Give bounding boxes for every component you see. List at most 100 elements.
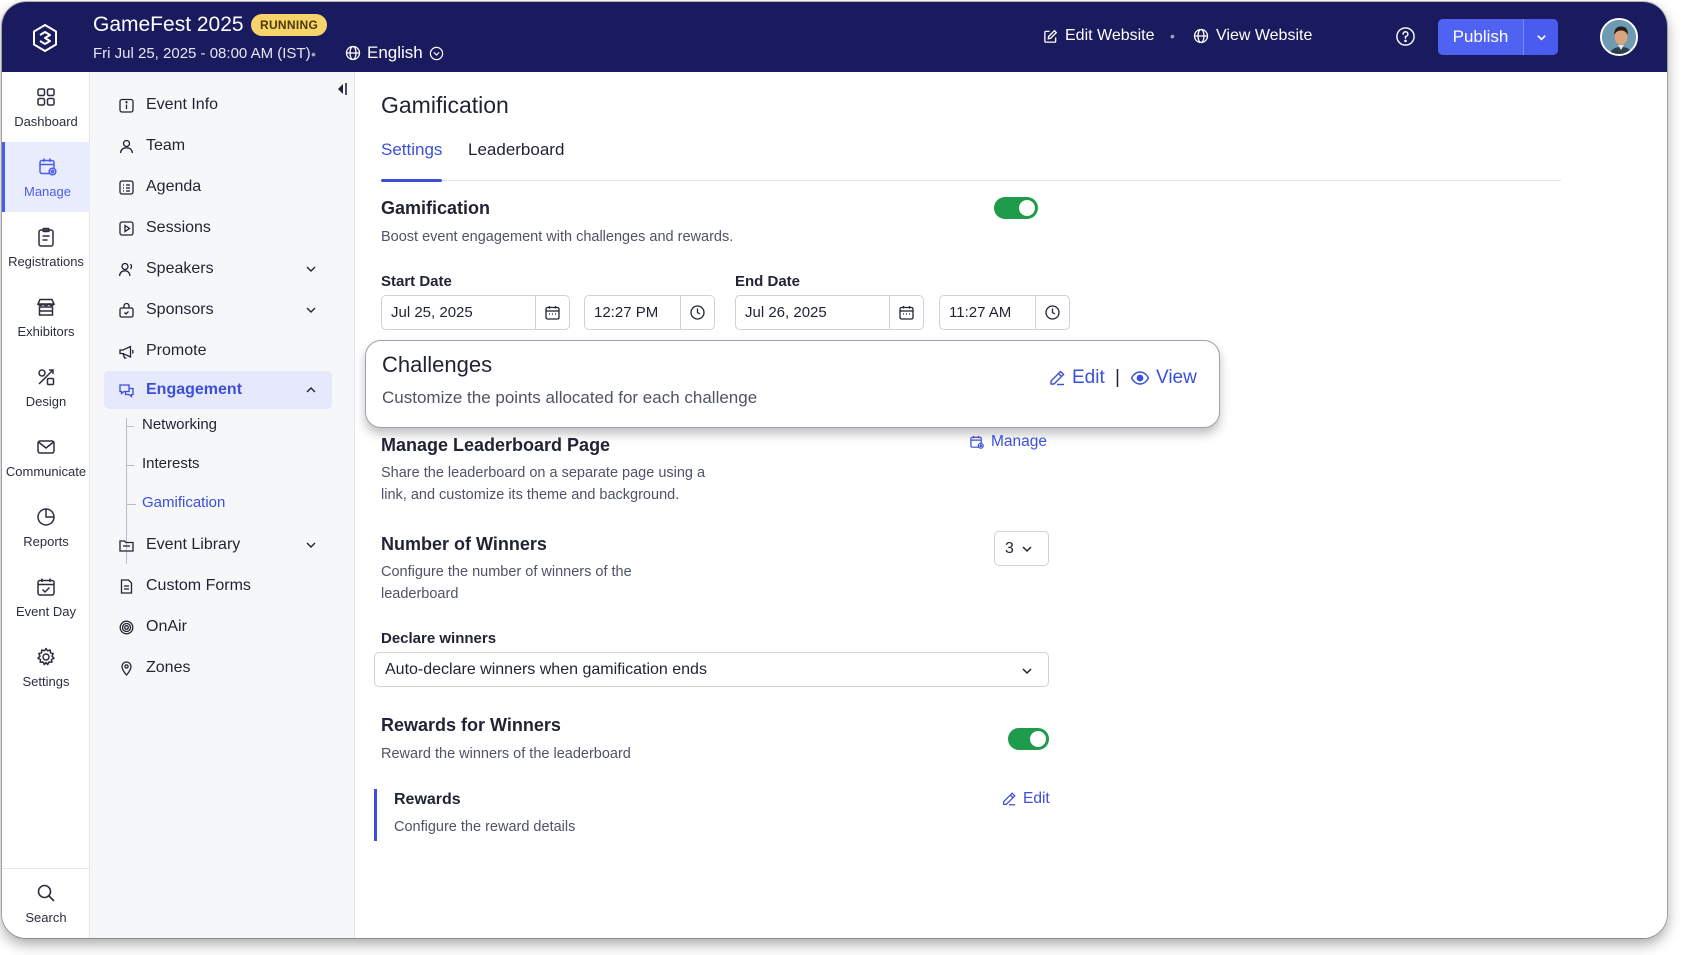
rail-item-settings[interactable]: Settings <box>2 632 90 702</box>
user-icon <box>119 139 134 153</box>
pencil-icon <box>1050 370 1065 386</box>
rail-item-manage[interactable]: Manage <box>2 142 90 212</box>
event-name: GameFest 2025 <box>93 13 244 36</box>
rewards-edit-button[interactable]: Edit <box>1001 790 1050 808</box>
nav-item-event-info[interactable]: Event Info <box>104 86 332 124</box>
design-icon <box>38 368 55 385</box>
tree-branch <box>126 426 134 427</box>
start-time-picker-button[interactable] <box>680 296 714 329</box>
leaderboard-page-desc-1: Share the leaderboard on a separate page… <box>381 465 706 481</box>
winners-count-select[interactable]: 3 <box>994 531 1049 566</box>
manage-leaderboard-button[interactable]: Manage <box>969 433 1047 451</box>
calendar-icon <box>899 306 914 320</box>
app-logo-icon[interactable] <box>29 22 61 54</box>
nav-label: OnAir <box>146 618 187 635</box>
language-select[interactable]: English <box>345 43 444 63</box>
separator-dot: • <box>1170 28 1175 44</box>
avatar[interactable] <box>1600 18 1638 56</box>
calendar-icon <box>545 306 560 320</box>
view-website-label: View Website <box>1216 27 1313 44</box>
nav-item-speakers[interactable]: Speakers <box>104 250 332 288</box>
end-date-input[interactable] <box>736 296 889 329</box>
globe-icon <box>1193 28 1209 44</box>
event-date: Fri Jul 25, 2025 - 08:00 AM (IST) <box>93 45 311 62</box>
rail-item-reports[interactable]: Reports <box>2 492 90 562</box>
app-window: GameFest 2025 RUNNING Fri Jul 25, 2025 -… <box>2 2 1667 938</box>
end-time-picker-button[interactable] <box>1035 296 1069 329</box>
nav-item-promote[interactable]: Promote <box>104 332 332 370</box>
declare-winners-select[interactable]: Auto-declare winners when gamification e… <box>374 652 1049 687</box>
tab-settings[interactable]: Settings <box>381 140 443 182</box>
rewards-section-desc: Reward the winners of the leaderboard <box>381 746 631 762</box>
publish-options-button[interactable] <box>1523 19 1558 55</box>
rail-item-search[interactable]: Search <box>2 868 90 938</box>
folder-icon <box>119 539 134 552</box>
view-website-button[interactable]: View Website <box>1193 27 1312 45</box>
chevron-down-icon <box>306 542 316 548</box>
challenges-edit-button[interactable]: Edit <box>1048 367 1105 389</box>
gamification-toggle[interactable] <box>994 197 1038 219</box>
declare-winners-value: Auto-declare winners when gamification e… <box>385 660 707 678</box>
chevron-down-icon <box>1536 34 1546 40</box>
challenges-edit-label: Edit <box>1072 367 1105 388</box>
rail-item-dashboard[interactable]: Dashboard <box>2 72 90 142</box>
rail-label: Reports <box>23 533 69 549</box>
nav-item-sponsors[interactable]: Sponsors <box>104 291 332 329</box>
status-badge: RUNNING <box>251 14 328 36</box>
nav-item-onair[interactable]: OnAir <box>104 608 332 646</box>
nav-item-agenda[interactable]: Agenda <box>104 168 332 206</box>
nav-label: Engagement <box>146 381 243 398</box>
nav-item-custom-forms[interactable]: Custom Forms <box>104 567 332 605</box>
separator-dot: • <box>311 46 316 62</box>
tab-leaderboard[interactable]: Leaderboard <box>468 140 564 181</box>
challenges-desc: Customize the points allocated for each … <box>382 388 758 407</box>
challenges-view-button[interactable]: View <box>1130 367 1197 389</box>
start-date-input[interactable] <box>382 296 535 329</box>
nav-item-engagement[interactable]: Engagement <box>104 371 332 409</box>
rail-item-registrations[interactable]: Registrations <box>2 212 90 282</box>
nav-label: Agenda <box>146 178 202 195</box>
rail-label: Communicate <box>5 463 87 479</box>
publish-button-group: Publish <box>1438 19 1558 55</box>
nav-item-sessions[interactable]: Sessions <box>104 209 332 247</box>
nav-item-zones[interactable]: Zones <box>104 649 332 687</box>
globe-icon <box>345 45 361 61</box>
rail-item-exhibitors[interactable]: Exhibitors <box>2 282 90 352</box>
edit-website-button[interactable]: Edit Website <box>1043 27 1155 45</box>
broadcast-icon <box>119 620 134 634</box>
collapse-sidebar-icon[interactable] <box>336 82 348 96</box>
sub-item-interests[interactable]: Interests <box>142 455 200 472</box>
rail-item-event-day[interactable]: Event Day <box>2 562 90 632</box>
language-label: English <box>367 43 423 62</box>
chevron-down-icon <box>1022 668 1032 675</box>
page-title: Gamification <box>381 92 509 118</box>
tree-branch <box>126 465 134 466</box>
end-time-input[interactable] <box>940 296 1035 329</box>
action-separator: | <box>1115 367 1120 388</box>
nav-label: Sessions <box>146 219 211 236</box>
sub-item-gamification[interactable]: Gamification <box>142 494 225 511</box>
winners-title: Number of Winners <box>381 534 547 554</box>
eye-icon <box>1130 371 1150 385</box>
publish-button[interactable]: Publish <box>1438 19 1523 55</box>
gamification-desc: Boost event engagement with challenges a… <box>381 229 734 245</box>
rewards-toggle[interactable] <box>1008 728 1049 750</box>
rail-label: Dashboard <box>14 113 78 129</box>
sub-item-networking[interactable]: Networking <box>142 416 217 433</box>
chevron-down-circle-icon <box>429 46 443 60</box>
play-square-icon <box>119 220 134 236</box>
end-date-picker-button[interactable] <box>889 296 923 329</box>
rail-item-communicate[interactable]: Communicate <box>2 422 90 492</box>
speaker-user-icon <box>118 262 133 276</box>
gamification-title: Gamification <box>381 198 491 218</box>
nav-item-event-library[interactable]: Event Library <box>104 526 332 564</box>
rail-item-design[interactable]: Design <box>2 352 90 422</box>
start-time-input[interactable] <box>585 296 680 329</box>
end-date-label: End Date <box>735 273 801 290</box>
start-time-field <box>584 295 715 330</box>
help-icon[interactable] <box>1395 26 1416 47</box>
start-date-picker-button[interactable] <box>535 296 569 329</box>
challenges-card: Challenges Customize the points allocate… <box>365 340 1220 428</box>
nav-label: Zones <box>146 659 191 676</box>
nav-item-team[interactable]: Team <box>104 127 332 165</box>
